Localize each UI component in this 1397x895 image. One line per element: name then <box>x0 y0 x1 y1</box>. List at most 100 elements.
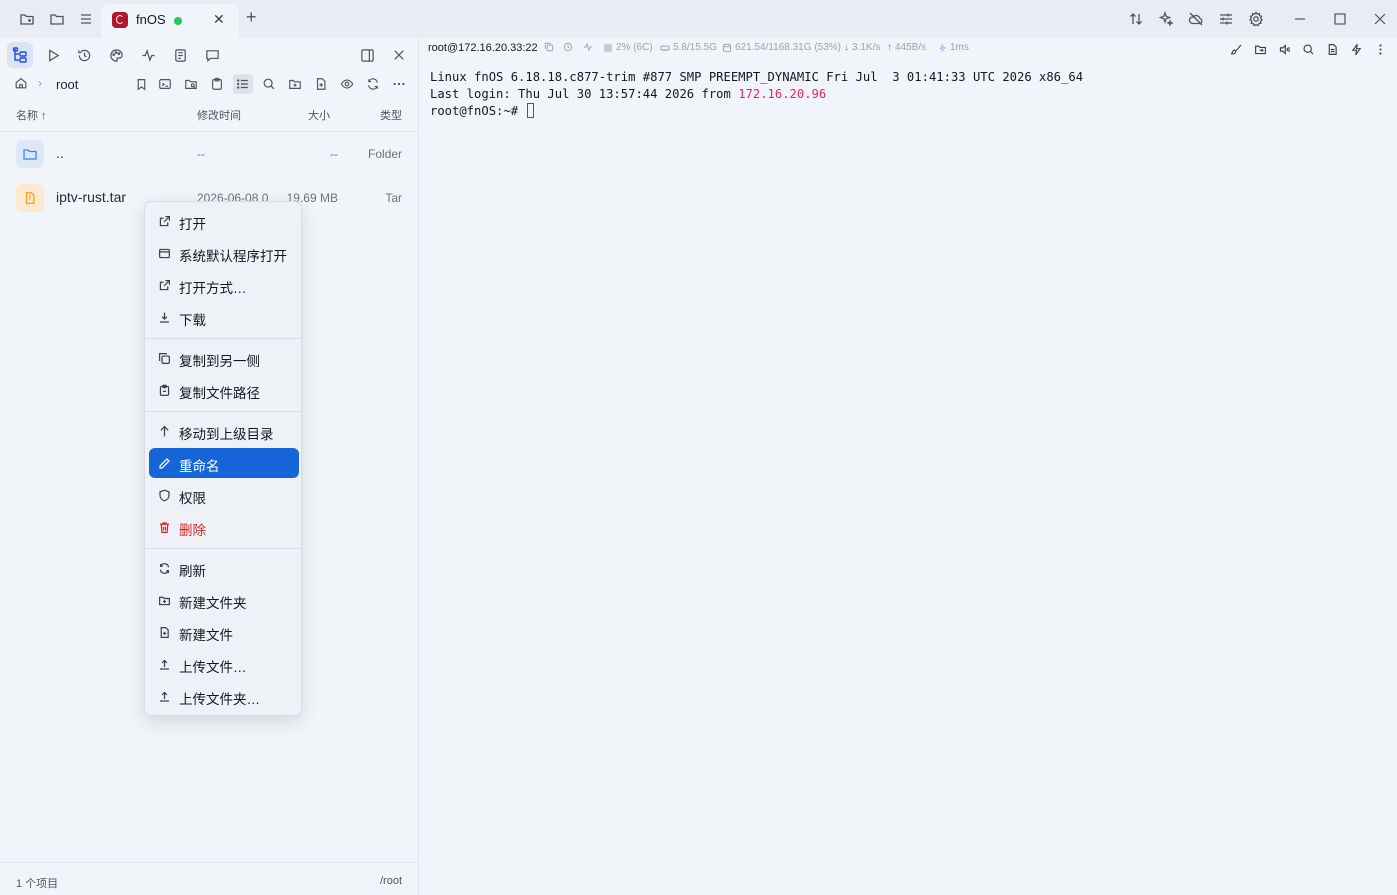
item-count: 1 个项目 <box>16 878 59 890</box>
menu-item-new-folder[interactable]: 新建文件夹 <box>149 585 299 615</box>
menu-item-open[interactable]: 打开 <box>149 206 299 236</box>
current-path: /root <box>379 875 402 887</box>
breadcrumb-separator-icon: › <box>38 76 42 90</box>
folder-add-icon[interactable] <box>18 10 36 28</box>
document-icon[interactable] <box>1324 41 1340 57</box>
menu-item-upload-file[interactable]: 上传文件… <box>149 649 299 679</box>
upload-icon <box>157 689 171 703</box>
download-stat: ↓ 3.1K/s <box>844 42 880 53</box>
terminal-line-2: Last login: Thu Jul 30 13:57:44 2026 fro… <box>430 87 826 101</box>
archive-file-icon <box>16 184 44 212</box>
search-icon[interactable] <box>1300 41 1316 57</box>
window-icon <box>157 246 171 260</box>
transfer-icon[interactable] <box>1127 10 1145 28</box>
menu-separator <box>145 548 301 549</box>
menu-item-permissions[interactable]: 权限 <box>149 480 299 510</box>
gear-icon[interactable] <box>1247 10 1265 28</box>
menu-item-label: 重命名 <box>179 459 220 474</box>
menu-item-label: 上传文件夹… <box>179 692 260 707</box>
column-type[interactable]: 类型 <box>380 107 402 123</box>
terminal-here-icon[interactable] <box>155 74 175 94</box>
menu-item-download[interactable]: 下载 <box>149 302 299 332</box>
home-icon[interactable] <box>14 76 28 90</box>
tab-close-icon[interactable]: ✕ <box>213 11 225 28</box>
breadcrumb-root[interactable]: root <box>56 77 78 92</box>
new-tab-icon[interactable]: + <box>246 8 257 26</box>
tab-fnos[interactable]: fnOS ✕ <box>101 4 239 38</box>
upload-arrow-icon: ↑ <box>887 42 892 53</box>
terminal-panel: root@172.16.20.33:22 2% (6C) 5.8/15.5G 6… <box>420 38 1397 895</box>
latency-icon <box>939 43 946 52</box>
ai-sparkle-icon[interactable] <box>1157 10 1175 28</box>
external-link-icon <box>157 214 171 228</box>
menu-item-copy-path[interactable]: 复制文件路径 <box>149 375 299 405</box>
menu-item-label: 打开 <box>179 217 206 232</box>
menu-item-delete[interactable]: 删除 <box>149 512 299 542</box>
menu-item-copy-to-other-side[interactable]: 复制到另一侧 <box>149 343 299 373</box>
menu-item-open-default[interactable]: 系统默认程序打开 <box>149 238 299 268</box>
clipboard-icon[interactable] <box>207 74 227 94</box>
terminal-output[interactable]: Linux fnOS 6.18.18.c877-trim #877 SMP PR… <box>430 69 1083 120</box>
menu-item-rename[interactable]: 重命名 <box>149 448 299 478</box>
ssh-status-bar: root@172.16.20.33:22 2% (6C) 5.8/15.5G 6… <box>420 38 1397 60</box>
cpu-value: 2% (6C) <box>616 42 653 53</box>
broadcast-icon[interactable] <box>1276 41 1292 57</box>
split-panel-icon[interactable] <box>354 42 380 68</box>
menu-item-open-with[interactable]: 打开方式… <box>149 270 299 300</box>
more-vertical-icon[interactable] <box>1372 41 1388 57</box>
folder-search-icon[interactable] <box>181 74 201 94</box>
upload-icon <box>157 657 171 671</box>
menu-icon[interactable] <box>77 10 95 28</box>
activity-icon[interactable] <box>135 42 161 68</box>
palette-icon[interactable] <box>103 42 129 68</box>
close-panel-icon[interactable] <box>386 42 412 68</box>
bookmark-icon[interactable] <box>131 74 151 94</box>
eye-icon[interactable] <box>337 74 357 94</box>
play-icon[interactable] <box>40 42 66 68</box>
refresh-icon <box>157 561 171 575</box>
lightning-icon[interactable] <box>1348 41 1364 57</box>
uptime-icon <box>563 42 573 52</box>
sliders-icon[interactable] <box>1217 10 1235 28</box>
file-tree-icon[interactable] <box>7 42 33 68</box>
file-name: iptv-rust.tar <box>56 189 127 205</box>
file-list-header: 名称 ↑ 修改时间 大小 类型 <box>0 104 418 132</box>
search-icon[interactable] <box>259 74 279 94</box>
refresh-icon[interactable] <box>363 74 383 94</box>
column-size[interactable]: 大小 <box>308 107 330 123</box>
cloud-off-icon[interactable] <box>1187 10 1205 28</box>
history-icon[interactable] <box>71 42 97 68</box>
send-to-terminal-icon[interactable] <box>1252 41 1268 57</box>
debian-logo-icon <box>112 12 128 28</box>
copy-host-icon[interactable] <box>544 42 554 52</box>
menu-item-upload-folder[interactable]: 上传文件夹… <box>149 681 299 711</box>
chat-icon[interactable] <box>199 42 225 68</box>
notes-icon[interactable] <box>167 42 193 68</box>
file-type: Tar <box>385 191 402 205</box>
breadcrumb: › root <box>0 72 418 96</box>
menu-item-label: 权限 <box>179 491 206 506</box>
list-view-icon[interactable] <box>233 74 253 94</box>
column-name[interactable]: 名称 ↑ <box>16 107 47 123</box>
menu-item-move-up[interactable]: 移动到上级目录 <box>149 416 299 446</box>
menu-item-label: 复制到另一侧 <box>179 354 260 369</box>
upload-stat: ↑ 445B/s <box>887 42 926 53</box>
file-row-parent[interactable]: .. -- -- Folder <box>0 134 418 174</box>
more-icon[interactable] <box>389 74 409 94</box>
brush-icon[interactable] <box>1228 41 1244 57</box>
ssh-host: root@172.16.20.33:22 <box>428 42 538 54</box>
menu-item-new-file[interactable]: 新建文件 <box>149 617 299 647</box>
new-file-icon[interactable] <box>311 74 331 94</box>
close-window-icon[interactable] <box>1371 10 1389 28</box>
file-plus-icon <box>157 625 171 639</box>
new-folder-icon[interactable] <box>285 74 305 94</box>
maximize-icon[interactable] <box>1331 10 1349 28</box>
minimize-icon[interactable] <box>1291 10 1309 28</box>
column-modified[interactable]: 修改时间 <box>197 107 241 123</box>
external-link-icon <box>157 278 171 292</box>
download-arrow-icon: ↓ <box>844 42 849 53</box>
menu-item-refresh[interactable]: 刷新 <box>149 553 299 583</box>
folder-icon[interactable] <box>48 10 66 28</box>
menu-item-label: 下载 <box>179 313 206 328</box>
menu-separator <box>145 411 301 412</box>
